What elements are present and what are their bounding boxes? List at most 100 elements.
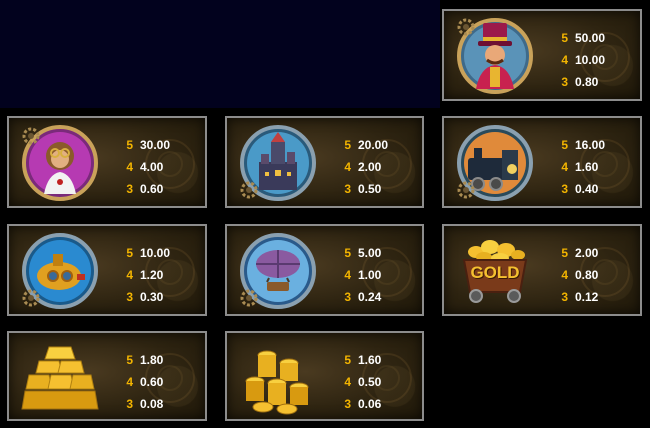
symbol-count: 4 [126, 159, 133, 174]
symbol-count: 4 [344, 159, 351, 174]
symbol-count: 3 [344, 289, 351, 304]
symbol-count: 3 [561, 289, 568, 304]
payout-value: 10.00 [575, 52, 606, 67]
pay-values: 5 50.00 4 10.00 3 0.80 [554, 29, 605, 90]
symbol-count: 5 [126, 137, 133, 152]
pay-row: 4 1.20 [119, 266, 170, 283]
symbol-count: 3 [344, 181, 351, 196]
pay-row: 5 5.00 [337, 244, 381, 261]
pay-row: 3 0.06 [337, 395, 381, 412]
pay-row: 5 2.00 [554, 244, 598, 261]
pay-row: 4 1.60 [554, 158, 605, 175]
pay-row: 5 1.60 [337, 351, 381, 368]
gear-icon [21, 126, 41, 146]
payout-value: 0.60 [140, 374, 164, 389]
symbol-count: 4 [126, 267, 133, 282]
payout-value: 0.06 [358, 396, 382, 411]
pay-row: 4 0.60 [119, 373, 163, 390]
pay-values: 5 1.80 4 0.60 3 0.08 [119, 351, 163, 412]
pay-row: 5 50.00 [554, 29, 605, 46]
payout-value: 0.80 [575, 267, 599, 282]
pay-values: 5 16.00 4 1.60 3 0.40 [554, 136, 605, 197]
pay-row: 3 0.08 [119, 395, 163, 412]
payout-value: 0.80 [575, 74, 599, 89]
paytable-card-submarine: 5 10.00 4 1.20 3 0.30 [7, 224, 207, 316]
payout-value: 0.50 [358, 374, 382, 389]
gold-bars-icon [19, 337, 101, 419]
symbol-count: 5 [344, 245, 351, 260]
pay-row: 3 0.40 [554, 180, 605, 197]
symbol-count: 5 [126, 245, 133, 260]
payout-value: 0.50 [358, 181, 382, 196]
payout-value: 1.00 [358, 267, 382, 282]
payout-value: 2.00 [575, 245, 599, 260]
payout-value: 0.40 [575, 181, 599, 196]
symbol-count: 3 [344, 396, 351, 411]
gear-icon [456, 180, 476, 200]
pay-values: 5 1.60 4 0.50 3 0.06 [337, 351, 381, 412]
payout-value: 0.24 [358, 289, 382, 304]
pay-values: 5 5.00 4 1.00 3 0.24 [337, 244, 381, 305]
gear-icon [239, 288, 259, 308]
gear-icon [239, 180, 259, 200]
symbol-count: 3 [126, 396, 133, 411]
gold-coins-icon [237, 337, 319, 419]
symbol-count: 5 [126, 352, 133, 367]
payout-value: 50.00 [575, 30, 606, 45]
paytable-card-gold-cart: GOLD 5 2.00 4 0.80 3 0.12 [442, 224, 642, 316]
pay-row: 3 0.30 [119, 288, 170, 305]
pay-row: 5 10.00 [119, 244, 170, 261]
paytable-card-airship: 5 5.00 4 1.00 3 0.24 [225, 224, 424, 316]
symbol-count: 5 [344, 137, 351, 152]
pay-row: 3 0.60 [119, 180, 170, 197]
symbol-count: 3 [561, 74, 568, 89]
payout-value: 20.00 [358, 137, 389, 152]
pay-row: 5 20.00 [337, 136, 388, 153]
symbol-count: 3 [126, 181, 133, 196]
payout-value: 5.00 [358, 245, 382, 260]
payout-value: 1.60 [358, 352, 382, 367]
pay-row: 3 0.50 [337, 180, 388, 197]
pay-row: 5 30.00 [119, 136, 170, 153]
symbol-count: 4 [126, 374, 133, 389]
symbol-count: 5 [561, 245, 568, 260]
pay-row: 4 10.00 [554, 51, 605, 68]
paytable-card-steampunk-city: 5 20.00 4 2.00 3 0.50 [225, 116, 424, 208]
pay-values: 5 2.00 4 0.80 3 0.12 [554, 244, 598, 305]
payout-value: 30.00 [140, 137, 171, 152]
paytable-card-locomotive: 5 16.00 4 1.60 3 0.40 [442, 116, 642, 208]
pay-row: 4 4.00 [119, 158, 170, 175]
payout-value: 1.80 [140, 352, 164, 367]
pay-row: 5 1.80 [119, 351, 163, 368]
symbol-count: 5 [344, 352, 351, 367]
paytable-card-monkey: 5 30.00 4 4.00 3 0.60 [7, 116, 207, 208]
symbol-count: 4 [344, 267, 351, 282]
payout-value: 10.00 [140, 245, 171, 260]
empty-header-area [0, 0, 440, 108]
payout-value: 0.08 [140, 396, 164, 411]
paytable-card-gold-bars: 5 1.80 4 0.60 3 0.08 [7, 331, 207, 421]
pay-row: 5 16.00 [554, 136, 605, 153]
symbol-count: 4 [561, 159, 568, 174]
payout-value: 1.20 [140, 267, 164, 282]
symbol-count: 3 [561, 181, 568, 196]
payout-value: 0.30 [140, 289, 164, 304]
pay-values: 5 20.00 4 2.00 3 0.50 [337, 136, 388, 197]
pay-values: 5 30.00 4 4.00 3 0.60 [119, 136, 170, 197]
symbol-count: 3 [126, 289, 133, 304]
pay-row: 3 0.12 [554, 288, 598, 305]
paytable-card-gold-coins: 5 1.60 4 0.50 3 0.06 [225, 331, 424, 421]
pay-row: 4 0.80 [554, 266, 598, 283]
gold-label: GOLD [470, 263, 520, 282]
gear-icon [456, 17, 476, 37]
pay-row: 3 0.24 [337, 288, 381, 305]
paytable-card-ringmaster: 5 50.00 4 10.00 3 0.80 [442, 9, 642, 101]
pay-row: 3 0.80 [554, 73, 605, 90]
symbol-count: 4 [344, 374, 351, 389]
pay-row: 4 0.50 [337, 373, 381, 390]
gear-icon [21, 288, 41, 308]
payout-value: 4.00 [140, 159, 164, 174]
payout-value: 1.60 [575, 159, 599, 174]
payout-value: 0.12 [575, 289, 599, 304]
payout-value: 0.60 [140, 181, 164, 196]
